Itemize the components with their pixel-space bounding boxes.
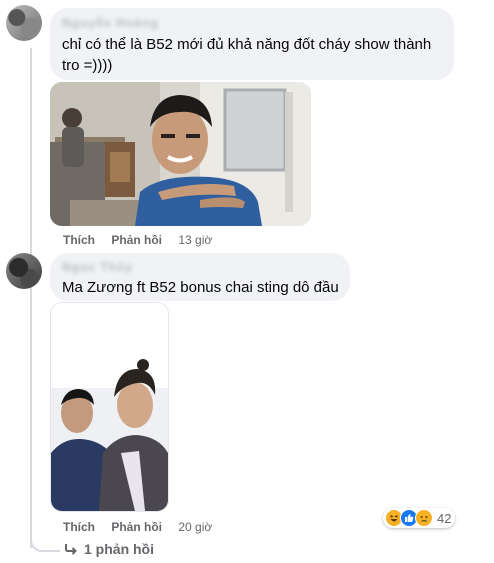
- sad-icon: [415, 509, 433, 527]
- like-button[interactable]: Thích: [63, 233, 95, 247]
- thread-connector: [30, 520, 60, 552]
- comment-bubble: Nguyễn Hoàng chỉ có thể là B52 mới đủ kh…: [50, 8, 454, 80]
- like-button[interactable]: Thích: [63, 520, 95, 534]
- view-replies-link[interactable]: 1 phản hồi: [64, 541, 154, 557]
- comment-actions: Thích Phản hồi 13 giờ: [63, 233, 212, 247]
- replies-label: 1 phản hồi: [84, 541, 154, 557]
- comment-timestamp[interactable]: 20 giờ: [178, 520, 212, 534]
- reaction-summary[interactable]: 42: [383, 508, 456, 528]
- comment-actions: Thích Phản hồi 20 giờ: [63, 520, 212, 534]
- comment-bubble: Ngọc Thủy Ma Zương ft B52 bonus chai sti…: [50, 253, 350, 301]
- comment-text: chỉ có thể là B52 mới đủ khả năng đốt ch…: [62, 36, 432, 74]
- avatar[interactable]: [6, 5, 42, 41]
- thread-line: [30, 48, 32, 548]
- photo-man-gesturing: [50, 82, 311, 226]
- reaction-count: 42: [437, 510, 452, 526]
- comment-text: Ma Zương ft B52 bonus chai sting dô đầu: [62, 279, 339, 296]
- comment-timestamp[interactable]: 13 giờ: [178, 233, 212, 247]
- comment-author[interactable]: Nguyễn Hoàng: [62, 16, 159, 30]
- reply-button[interactable]: Phản hồi: [111, 520, 162, 534]
- reply-arrow-icon: [65, 544, 77, 555]
- comment-photo[interactable]: [50, 82, 311, 226]
- reply-button[interactable]: Phản hồi: [111, 233, 162, 247]
- comment-author[interactable]: Ngọc Thủy: [62, 260, 133, 274]
- avatar[interactable]: [6, 253, 42, 289]
- photo-two-men-selfie: [51, 303, 168, 511]
- comment-photo[interactable]: [50, 302, 169, 512]
